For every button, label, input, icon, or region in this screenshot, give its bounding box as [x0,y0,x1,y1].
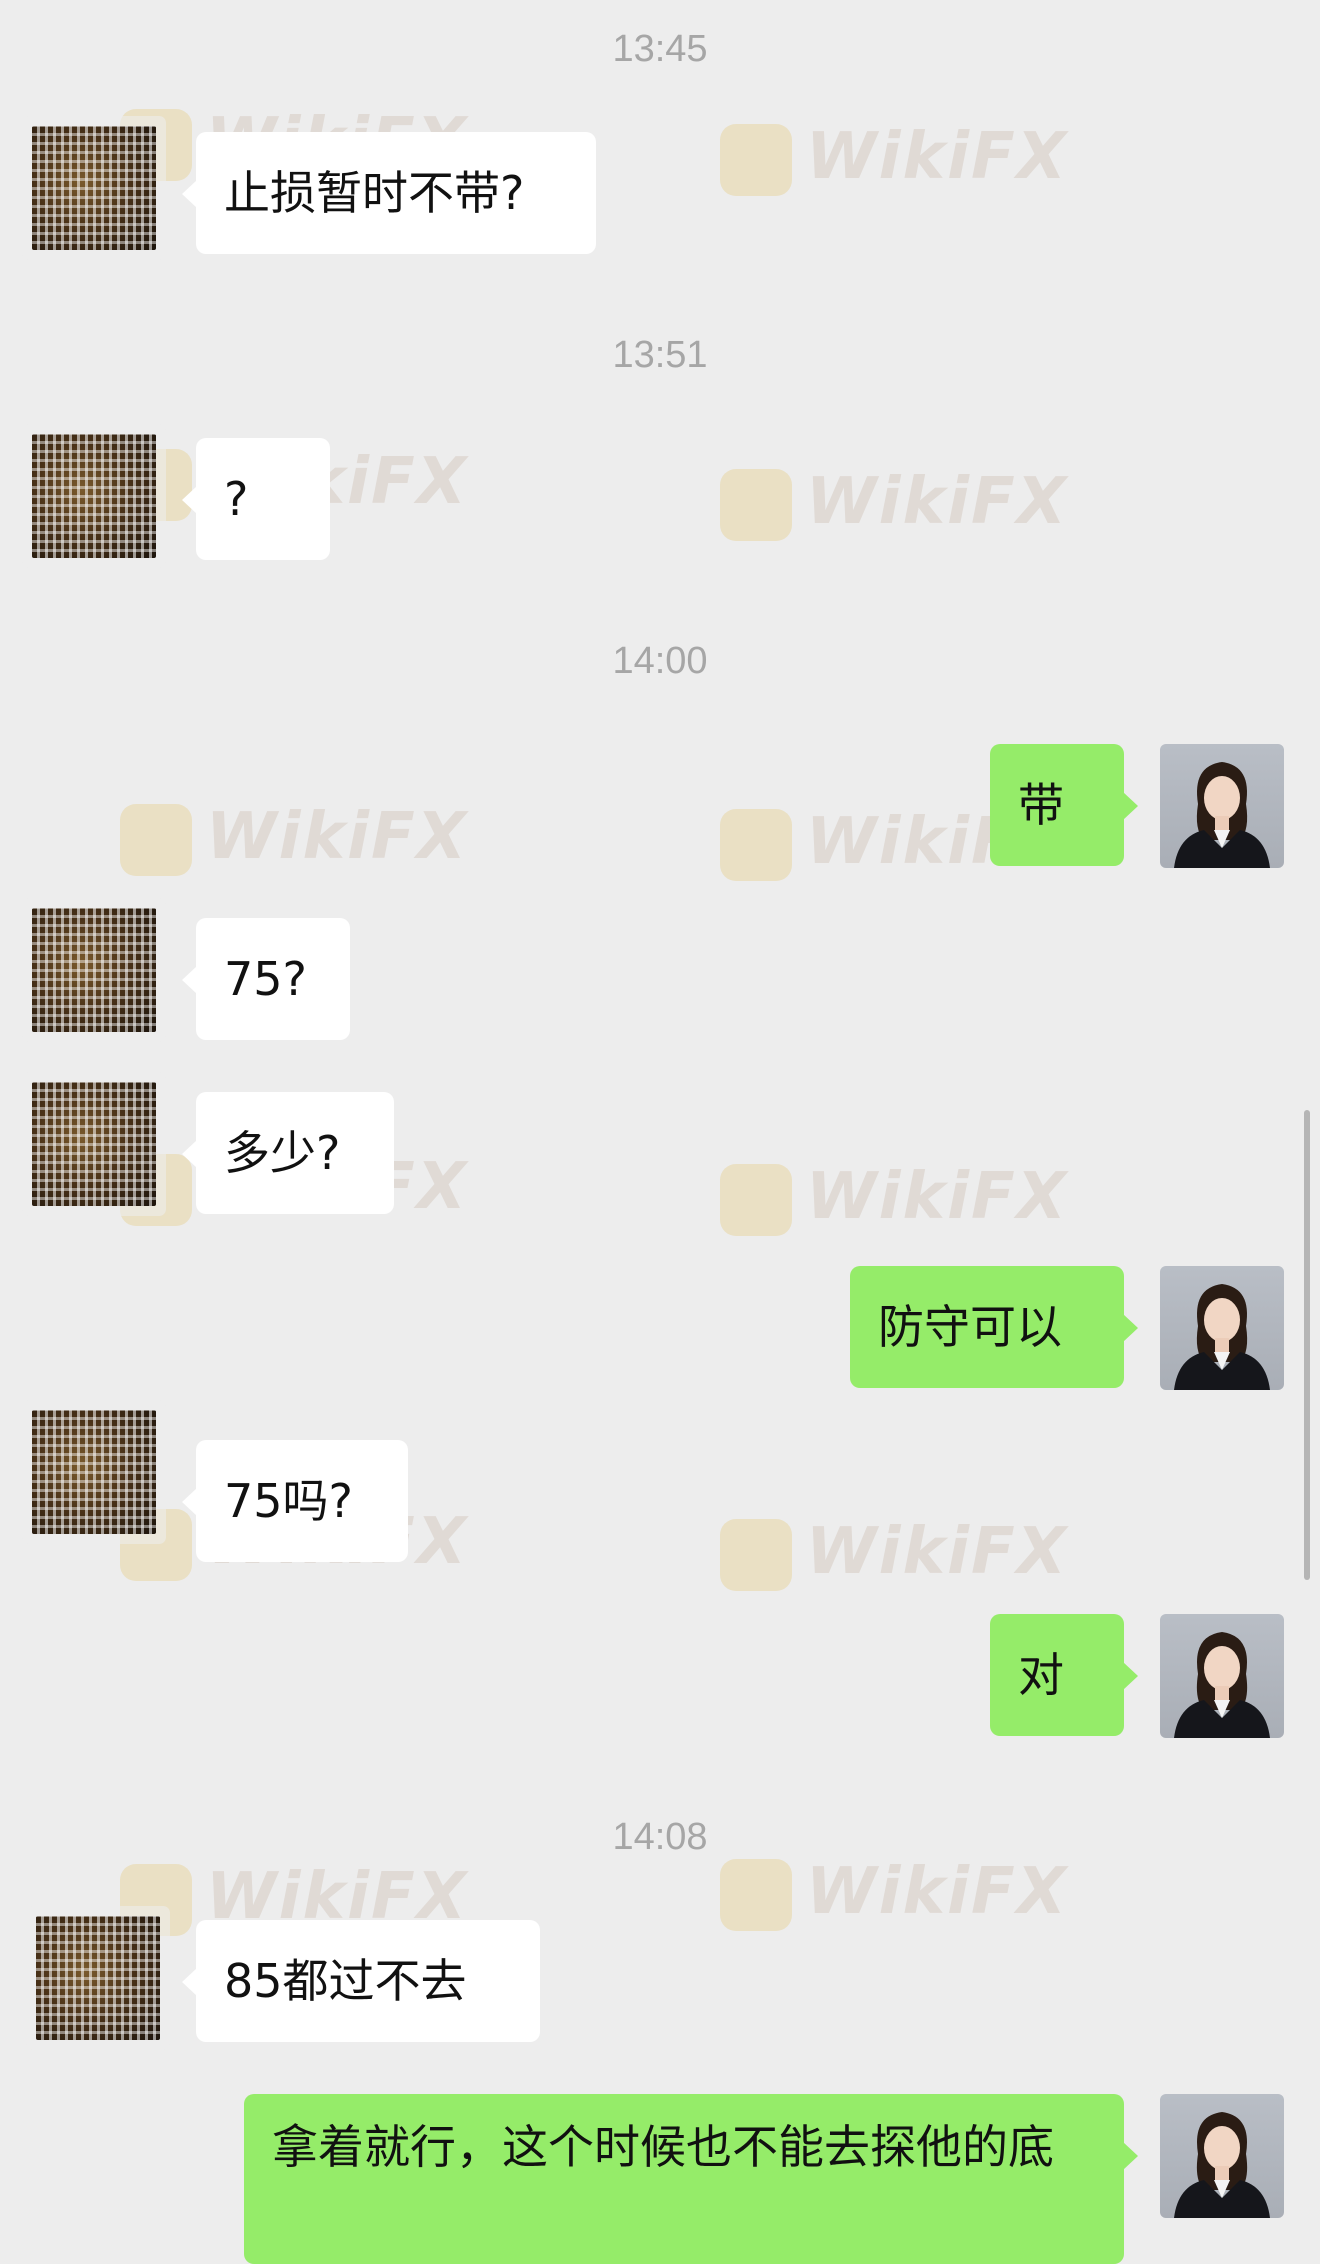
user-avatar[interactable] [1160,744,1284,868]
wikifx-logo-icon [720,1164,792,1237]
incoming-message-bubble[interactable]: 止损暂时不带? [182,132,596,254]
watermark: WikiFX [720,1515,1068,1592]
outgoing-message-bubble[interactable]: 带 [990,744,1138,866]
wikifx-logo-icon [120,804,192,877]
outgoing-message-bubble[interactable]: 拿着就行，这个时候也不能去探他的底 [244,2094,1138,2264]
contact-avatar[interactable] [32,1410,156,1534]
watermark: WikiFX [120,800,468,877]
outgoing-message-bubble[interactable]: 防守可以 [850,1266,1138,1388]
message-timestamp: 14:08 [612,1816,708,1858]
wikifx-logo-icon [720,469,792,542]
user-avatar[interactable] [1160,1614,1284,1738]
message-timestamp: 13:51 [612,334,708,376]
woman-in-suit-icon [1174,1632,1270,1738]
woman-in-suit-icon [1174,762,1270,868]
contact-avatar[interactable] [36,1916,160,2040]
incoming-message-bubble[interactable]: 75吗? [182,1440,408,1562]
scrollbar[interactable] [1304,1110,1310,1580]
incoming-message-bubble[interactable]: ? [182,438,330,560]
woman-in-suit-icon [1174,2112,1270,2218]
message-timestamp: 14:00 [612,640,708,682]
chat-view[interactable]: WikiFX WikiFX WikiFX WikiFX WikiFX WikiF… [0,0,1320,2264]
contact-avatar[interactable] [32,908,156,1032]
watermark: WikiFX [720,120,1068,197]
contact-avatar[interactable] [32,434,156,558]
woman-in-suit-icon [1174,1284,1270,1390]
user-avatar[interactable] [1160,1266,1284,1390]
watermark: WikiFX [720,1855,1068,1932]
wikifx-logo-icon [720,809,792,882]
message-timestamp: 13:45 [612,28,708,70]
wikifx-logo-icon [720,1519,792,1592]
incoming-message-bubble[interactable]: 多少? [182,1092,394,1214]
watermark: WikiFX [720,465,1068,542]
wikifx-logo-icon [720,1859,792,1932]
incoming-message-bubble[interactable]: 85都过不去 [182,1920,540,2042]
contact-avatar[interactable] [32,126,156,250]
outgoing-message-bubble[interactable]: 对 [990,1614,1138,1736]
wikifx-logo-icon [720,124,792,197]
incoming-message-bubble[interactable]: 75? [182,918,350,1040]
contact-avatar[interactable] [32,1082,156,1206]
watermark: WikiFX [720,1160,1068,1237]
user-avatar[interactable] [1160,2094,1284,2218]
